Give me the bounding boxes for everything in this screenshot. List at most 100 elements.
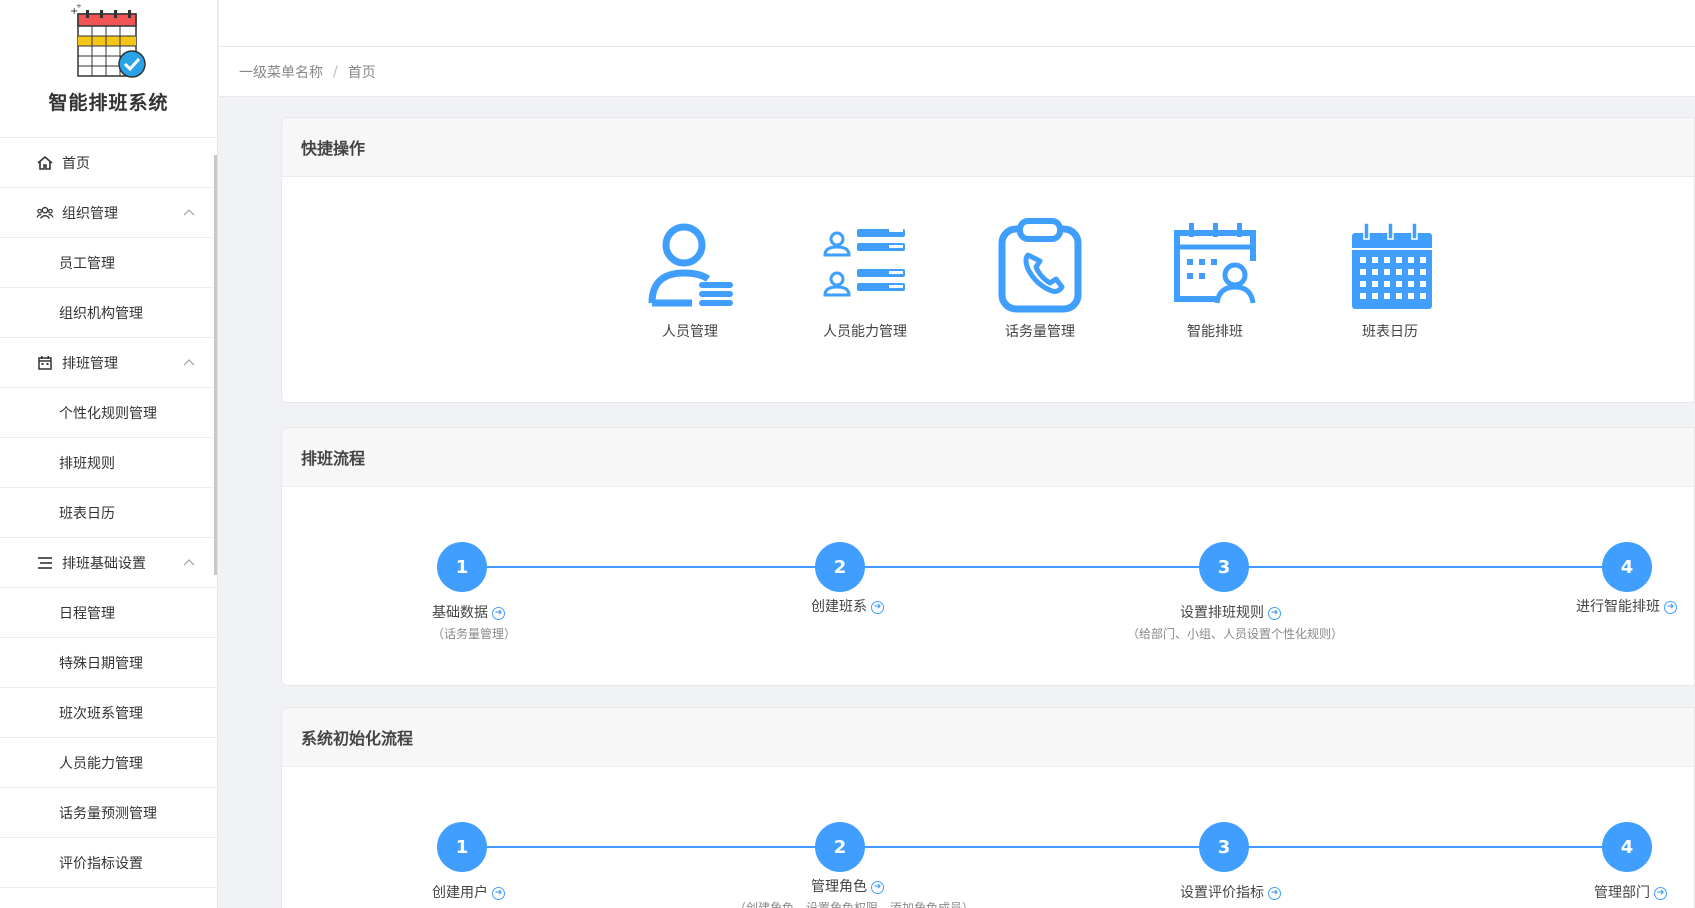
sidebar: + + 智能排班系统 首页 组织管理 员工管理 组织机构管理 排班管理 个性化规… <box>0 0 218 908</box>
quick-action-label: 班表日历 <box>1362 324 1418 340</box>
flow-step-link[interactable]: 设置评价指标 ➜ <box>1180 882 1281 902</box>
quick-action-label: 智能排班 <box>1187 324 1243 340</box>
sidebar-item-schedule[interactable]: 排班管理 <box>0 338 217 388</box>
flow-step-link[interactable]: 创建用户 ➜ <box>432 882 505 902</box>
card-title: 排班流程 <box>282 428 1694 487</box>
sidebar-item-label: 特殊日期管理 <box>59 655 143 672</box>
logo-icon: + + <box>70 4 146 78</box>
clipboard-phone-icon <box>998 218 1082 313</box>
flow-step-label: 创建用户 <box>432 885 488 901</box>
sidebar-item-traffic-forecast[interactable]: 话务量预测管理 <box>0 788 217 838</box>
calendar-icon <box>36 354 54 372</box>
sidebar-item-employee[interactable]: 员工管理 <box>0 238 217 288</box>
init-flow-card: 系统初始化流程 1 创建用户 ➜ 2 管理角色 ➜ （创建角色、设置角色权限、添加角… <box>281 707 1695 908</box>
app-title: 智能排班系统 <box>48 92 169 114</box>
flow-step-sub: （给部门、小组、人员设置个性化规则） <box>1127 627 1344 641</box>
sidebar-item-org[interactable]: 组织管理 <box>0 188 217 238</box>
breadcrumb-current: 首页 <box>347 64 376 81</box>
schedule-flow-card: 排班流程 1 基础数据 ➜ （话务量管理） 2 创建班系 ➜ 3 设置排班规则 ➜ （… <box>281 427 1695 686</box>
flow-step-sub: （创建角色、设置角色权限、添加角色成员） <box>734 901 975 908</box>
sidebar-item-label: 话务量预测管理 <box>59 805 157 822</box>
home-icon <box>36 154 54 172</box>
card-title: 系统初始化流程 <box>282 708 1694 767</box>
sidebar-item-label: 排班基础设置 <box>62 555 146 572</box>
arrow-right-icon: ➜ <box>1664 600 1677 614</box>
flow-step-link[interactable]: 创建班系 ➜ <box>811 596 884 616</box>
flow-step-link[interactable]: 基础数据 ➜ <box>432 602 505 622</box>
arrow-right-icon: ➜ <box>492 886 505 900</box>
flow-step-link[interactable]: 进行智能排班 ➜ <box>1576 596 1677 616</box>
sidebar-item-evaluation[interactable]: 评价指标设置 <box>0 838 217 888</box>
sidebar-item-label: 组织管理 <box>62 205 118 222</box>
flow-step-label: 设置排班规则 <box>1180 605 1264 621</box>
sidebar-item-org-structure[interactable]: 组织机构管理 <box>0 288 217 338</box>
quick-action-staff[interactable]: 人员管理 <box>625 217 755 341</box>
sidebar-menu: 首页 组织管理 员工管理 组织机构管理 排班管理 个性化规则管理 排班规则 班表… <box>0 138 217 888</box>
flow-step-node: 4 <box>1602 542 1652 592</box>
flow-step-label: 管理部门 <box>1594 885 1650 901</box>
logo-area: + + 智能排班系统 <box>0 0 217 138</box>
chevron-up-icon <box>183 559 195 566</box>
sidebar-item-basic-settings[interactable]: 排班基础设置 <box>0 538 217 588</box>
flow-step-link[interactable]: 设置排班规则 ➜ <box>1180 602 1281 622</box>
sidebar-item-label: 班次班系管理 <box>59 705 143 722</box>
sidebar-item-label: 组织机构管理 <box>59 305 143 322</box>
users-icon <box>36 204 54 222</box>
flow-connector <box>462 846 1622 848</box>
sidebar-item-label: 排班规则 <box>59 455 115 472</box>
chevron-up-icon <box>183 209 195 216</box>
arrow-right-icon: ➜ <box>1268 606 1281 620</box>
flow-step-node: 1 <box>437 542 487 592</box>
sidebar-item-label: 个性化规则管理 <box>59 405 157 422</box>
calendar-grid-icon <box>1352 222 1432 309</box>
arrow-right-icon: ➜ <box>1268 886 1281 900</box>
flow-connector <box>462 566 1622 568</box>
quick-action-label: 话务量管理 <box>1005 324 1075 340</box>
flow-step-node: 4 <box>1602 822 1652 872</box>
flow-step-node: 2 <box>815 822 865 872</box>
sidebar-item-special-dates[interactable]: 特殊日期管理 <box>0 638 217 688</box>
quick-action-label: 人员能力管理 <box>823 324 907 340</box>
arrow-right-icon: ➜ <box>871 600 884 614</box>
flow-step-link[interactable]: 管理角色 ➜ <box>811 876 884 896</box>
sidebar-item-label: 员工管理 <box>59 255 115 272</box>
quick-action-traffic[interactable]: 话务量管理 <box>975 217 1105 341</box>
sidebar-item-custom-rules[interactable]: 个性化规则管理 <box>0 388 217 438</box>
sidebar-item-label: 首页 <box>62 155 90 172</box>
flow-step-label: 进行智能排班 <box>1576 599 1660 615</box>
card-title: 快捷操作 <box>282 118 1694 177</box>
sidebar-item-label: 评价指标设置 <box>59 855 143 872</box>
breadcrumb: 一级菜单名称 / 首页 <box>219 47 1695 97</box>
quick-action-smart-schedule[interactable]: 智能排班 <box>1150 217 1280 341</box>
quick-action-calendar[interactable]: 班表日历 <box>1325 217 1455 341</box>
flow-step-sub: （话务量管理） <box>432 627 517 641</box>
quick-action-staff-skills[interactable]: 人员能力管理 <box>800 217 930 341</box>
sidebar-item-label: 日程管理 <box>59 605 115 622</box>
sidebar-item-shift-calendar[interactable]: 班表日历 <box>0 488 217 538</box>
flow-step-node: 3 <box>1199 542 1249 592</box>
sidebar-item-label: 排班管理 <box>62 355 118 372</box>
flow-step-label: 创建班系 <box>811 599 867 615</box>
chevron-up-icon <box>183 359 195 366</box>
sidebar-item-shifts[interactable]: 班次班系管理 <box>0 688 217 738</box>
top-header <box>219 0 1695 47</box>
breadcrumb-level1[interactable]: 一级菜单名称 <box>239 62 323 82</box>
sidebar-item-label: 班表日历 <box>59 505 115 522</box>
flow-step-label: 管理角色 <box>811 879 867 895</box>
flow-step-node: 3 <box>1199 822 1249 872</box>
sidebar-item-agenda[interactable]: 日程管理 <box>0 588 217 638</box>
list-icon <box>36 554 54 572</box>
sidebar-item-staff-skills[interactable]: 人员能力管理 <box>0 738 217 788</box>
arrow-right-icon: ➜ <box>871 880 884 894</box>
sidebar-scrollbar[interactable] <box>214 155 217 575</box>
arrow-right-icon: ➜ <box>1654 886 1667 900</box>
breadcrumb-separator: / <box>333 63 338 80</box>
flow-step-label: 设置评价指标 <box>1180 885 1264 901</box>
people-skill-icon <box>823 229 905 297</box>
flow-step-link[interactable]: 管理部门 ➜ <box>1594 882 1667 902</box>
sidebar-item-schedule-rules[interactable]: 排班规则 <box>0 438 217 488</box>
quick-action-label: 人员管理 <box>662 324 718 340</box>
calendar-person-icon <box>1174 223 1256 304</box>
sidebar-item-home[interactable]: 首页 <box>0 138 217 188</box>
flow-step-label: 基础数据 <box>432 605 488 621</box>
